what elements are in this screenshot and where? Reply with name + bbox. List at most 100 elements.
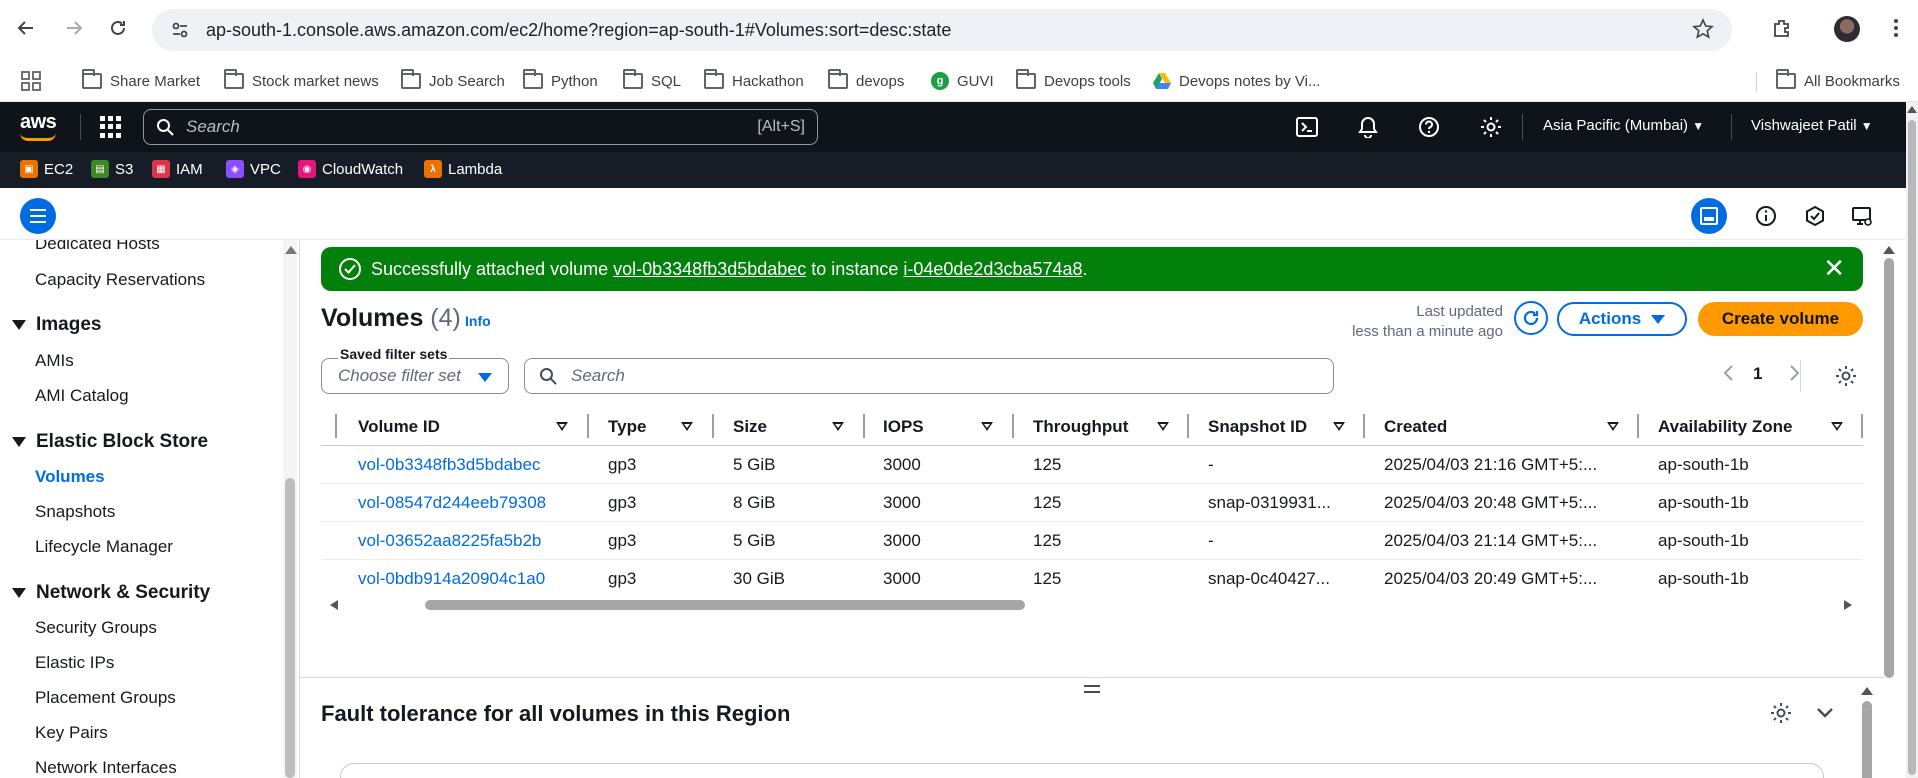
refresh-icon[interactable] <box>1514 301 1548 335</box>
flash-volume-link[interactable]: vol-0b3348fb3d5bdabec <box>613 259 806 279</box>
actions-button[interactable]: Actions <box>1557 302 1687 336</box>
nav-elastic-ips[interactable]: Elastic IPs <box>35 653 114 673</box>
column-divider[interactable] <box>712 414 714 438</box>
sidebar-scrollbar-thumb[interactable] <box>285 478 295 778</box>
col-type[interactable]: Type <box>608 408 646 446</box>
column-divider[interactable] <box>335 414 337 438</box>
services-grid-icon[interactable] <box>100 116 122 138</box>
col-created[interactable]: Created <box>1384 408 1447 446</box>
favorite-lambda[interactable]: λ Lambda <box>424 160 502 178</box>
profile-avatar[interactable] <box>1834 16 1860 42</box>
bookmark-devops-tools[interactable]: Devops tools <box>1016 69 1131 92</box>
favorite-ec2[interactable]: ▣ EC2 <box>20 160 73 178</box>
side-nav-toggle-icon[interactable] <box>20 198 56 234</box>
cloudshell-icon[interactable] <box>1295 115 1319 139</box>
prev-page-icon[interactable] <box>1722 364 1734 387</box>
region-selector[interactable]: Asia Pacific (Mumbai) ▼ <box>1543 117 1704 134</box>
split-panel-icon[interactable] <box>1691 198 1727 234</box>
section-network-security[interactable]: Network & Security <box>12 582 210 604</box>
sort-caret-icon[interactable] <box>981 422 993 431</box>
nav-ami-catalog[interactable]: AMI Catalog <box>35 386 129 406</box>
bookmark-job-search[interactable]: Job Search <box>401 69 505 92</box>
nav-network-interfaces[interactable]: Network Interfaces <box>35 758 177 778</box>
volume-id-link[interactable]: vol-08547d244eeb79308 <box>358 493 546 513</box>
column-divider[interactable] <box>1637 414 1639 438</box>
col-iops[interactable]: IOPS <box>883 408 924 446</box>
nav-security-groups[interactable]: Security Groups <box>35 618 157 638</box>
fault-settings-gear-icon[interactable] <box>1770 702 1792 724</box>
table-row[interactable]: vol-08547d244eeb79308 gp3 8 GiB 3000 125… <box>321 484 1863 522</box>
sort-caret-icon[interactable] <box>681 422 693 431</box>
col-throughput[interactable]: Throughput <box>1033 408 1128 446</box>
bookmark-all-bookmarks[interactable]: All Bookmarks <box>1776 69 1900 92</box>
display-settings-icon[interactable] <box>1848 202 1876 230</box>
forward-arrow-icon[interactable] <box>58 12 90 44</box>
nav-placement-groups[interactable]: Placement Groups <box>35 688 176 708</box>
aws-logo[interactable]: aws <box>20 111 57 141</box>
bookmark-devops[interactable]: devops <box>828 69 904 92</box>
aws-search-input[interactable]: Search [Alt+S] <box>143 109 818 145</box>
page-scrollbar[interactable] <box>1906 102 1918 778</box>
nav-snapshots[interactable]: Snapshots <box>35 502 115 522</box>
extensions-icon[interactable] <box>1768 14 1796 42</box>
nav-key-pairs[interactable]: Key Pairs <box>35 723 108 743</box>
scroll-up-arrow-icon[interactable] <box>1907 106 1917 113</box>
nav-lifecycle-manager[interactable]: Lifecycle Manager <box>35 537 173 557</box>
account-menu[interactable]: Vishwajeet Patil ▼ <box>1751 117 1873 134</box>
scroll-left-arrow-icon[interactable] <box>330 600 338 610</box>
close-icon[interactable]: ✕ <box>1823 255 1845 281</box>
favorite-s3[interactable]: ▤ S3 <box>91 160 133 178</box>
col-availability-zone[interactable]: Availability Zone <box>1658 408 1792 446</box>
scroll-up-arrow-icon[interactable] <box>1883 246 1895 254</box>
security-hex-icon[interactable] <box>1801 202 1829 230</box>
volume-search-input[interactable]: Search <box>524 358 1334 394</box>
scroll-up-arrow-icon[interactable] <box>1861 687 1873 695</box>
info-link[interactable]: Info <box>465 313 491 329</box>
favorite-iam[interactable]: ▦ IAM <box>152 160 203 178</box>
create-volume-button[interactable]: Create volume <box>1698 302 1863 336</box>
sort-caret-icon[interactable] <box>556 422 568 431</box>
column-divider[interactable] <box>1012 414 1014 438</box>
scroll-up-arrow-icon[interactable] <box>285 246 297 254</box>
table-row[interactable]: vol-0bdb914a20904c1a0 gp3 30 GiB 3000 12… <box>321 560 1863 598</box>
scroll-right-arrow-icon[interactable] <box>1844 600 1852 610</box>
page-number[interactable]: 1 <box>1753 364 1762 384</box>
back-arrow-icon[interactable] <box>10 12 42 44</box>
main-panel-scrollbar[interactable] <box>1882 240 1896 678</box>
nav-volumes[interactable]: Volumes <box>35 467 105 487</box>
table-row[interactable]: vol-03652aa8225fa5b2b gp3 5 GiB 3000 125… <box>321 522 1863 560</box>
volume-id-link[interactable]: vol-0bdb914a20904c1a0 <box>358 569 545 589</box>
notifications-bell-icon[interactable] <box>1356 115 1380 139</box>
bookmark-hackathon[interactable]: Hackathon <box>704 69 804 92</box>
info-panel-icon[interactable] <box>1752 202 1780 230</box>
bookmark-share-market[interactable]: Share Market <box>82 69 200 92</box>
sort-caret-icon[interactable] <box>1831 422 1843 431</box>
column-divider[interactable] <box>1363 414 1365 438</box>
main-scrollbar-thumb[interactable] <box>1884 258 1894 678</box>
column-divider[interactable] <box>1187 414 1189 438</box>
sort-caret-icon[interactable] <box>1333 422 1345 431</box>
flash-instance-link[interactable]: i-04e0de2d3cba574a8 <box>903 259 1082 279</box>
table-horizontal-scrollbar[interactable] <box>330 598 1852 612</box>
site-info-icon[interactable] <box>168 18 192 42</box>
favorite-vpc[interactable]: ◈ VPC <box>226 160 281 178</box>
split-panel-scrollbar[interactable] <box>1860 683 1874 778</box>
bookmark-devops-notes[interactable]: Devops notes by Vi... <box>1153 70 1320 92</box>
page-scrollbar-thumb[interactable] <box>1908 120 1916 775</box>
table-preferences-gear-icon[interactable] <box>1835 365 1857 392</box>
bookmark-star-icon[interactable] <box>1692 18 1714 45</box>
nav-amis[interactable]: AMIs <box>35 351 74 371</box>
bookmark-stock-market-news[interactable]: Stock market news <box>224 69 379 92</box>
sort-caret-icon[interactable] <box>1157 422 1169 431</box>
bookmark-guvi[interactable]: g GUVI <box>931 70 994 92</box>
settings-gear-icon[interactable] <box>1479 115 1503 139</box>
volume-id-link[interactable]: vol-0b3348fb3d5bdabec <box>358 455 540 475</box>
column-divider[interactable] <box>1861 414 1863 438</box>
filter-set-select[interactable]: Choose filter set <box>321 358 509 394</box>
col-size[interactable]: Size <box>733 408 767 446</box>
sort-caret-icon[interactable] <box>1607 422 1619 431</box>
collapse-chevron-down-icon[interactable] <box>1815 706 1835 720</box>
col-snapshot-id[interactable]: Snapshot ID <box>1208 408 1307 446</box>
bookmark-sql[interactable]: SQL <box>623 69 681 92</box>
reload-icon[interactable] <box>102 12 134 44</box>
